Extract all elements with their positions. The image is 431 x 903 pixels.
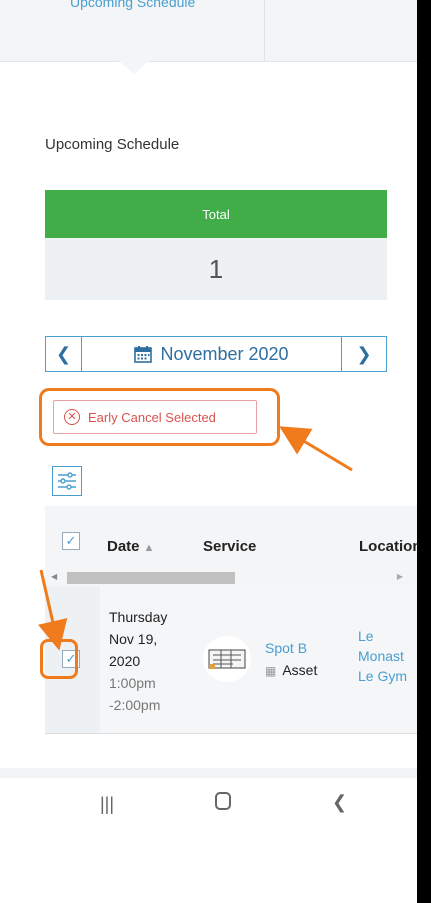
table-header: ✓ Date ▲ Service Location bbox=[45, 506, 417, 570]
service-name-link[interactable]: Spot B bbox=[265, 640, 307, 656]
total-label: Total bbox=[45, 190, 387, 238]
top-tab-bar: Upcoming Schedule bbox=[0, 0, 417, 62]
schedule-table: ✓ Date ▲ Service Location bbox=[45, 506, 417, 570]
calendar-icon bbox=[134, 346, 153, 363]
sort-ascending-icon: ▲ bbox=[143, 542, 155, 554]
active-tab-caret bbox=[118, 60, 150, 74]
early-cancel-label: Early Cancel Selected bbox=[88, 409, 216, 425]
scroll-right-icon[interactable]: ▶ bbox=[397, 572, 403, 581]
total-summary-card: Total 1 bbox=[45, 190, 387, 300]
screen-edge bbox=[417, 0, 431, 903]
tab-upcoming-schedule-label: Upcoming Schedule bbox=[70, 0, 196, 10]
location-link[interactable]: Le Monast Le Gym bbox=[358, 626, 407, 686]
app-screen: Upcoming Schedule Upcoming Schedule Tota… bbox=[0, 0, 417, 903]
android-nav-bar: ||| ❮ bbox=[0, 778, 417, 903]
service-thumbnail bbox=[203, 636, 251, 682]
chevron-right-icon: ❯ bbox=[356, 343, 372, 364]
chevron-left-icon: ❮ bbox=[55, 343, 72, 364]
column-header-service[interactable]: Service bbox=[203, 538, 256, 555]
month-navigator: ❮ November 2020 ❯ bbox=[45, 336, 387, 372]
table-row[interactable]: ✓ Thursday Nov 19, 2020 1:00pm -2:00pm S… bbox=[45, 586, 417, 734]
table-horizontal-scrollbar[interactable]: ◀ ▶ bbox=[45, 570, 417, 586]
next-month-button[interactable]: ❯ bbox=[341, 337, 386, 371]
prev-month-button[interactable]: ❮ bbox=[46, 337, 82, 371]
column-header-location[interactable]: Location bbox=[359, 538, 417, 555]
home-icon[interactable] bbox=[215, 792, 231, 810]
scroll-left-icon[interactable]: ◀ bbox=[51, 572, 57, 581]
footer-band bbox=[0, 768, 417, 778]
scrollbar-thumb[interactable] bbox=[67, 572, 235, 584]
column-header-date[interactable]: Date ▲ bbox=[107, 538, 154, 555]
select-all-checkbox[interactable]: ✓ bbox=[62, 532, 80, 550]
annotation-arrow-to-cancel bbox=[279, 426, 353, 472]
annotation-highlight-checkbox bbox=[40, 639, 78, 679]
service-type: ▦ Asset bbox=[265, 662, 318, 678]
page-title: Upcoming Schedule bbox=[45, 136, 180, 153]
early-cancel-button[interactable]: ✕ Early Cancel Selected bbox=[53, 400, 257, 434]
date-cell: Thursday Nov 19, 2020 1:00pm -2:00pm bbox=[109, 609, 168, 713]
asset-icon: ▦ bbox=[265, 664, 277, 678]
recent-apps-icon[interactable]: ||| bbox=[100, 794, 114, 815]
close-circle-icon: ✕ bbox=[64, 409, 80, 425]
sliders-icon bbox=[58, 472, 76, 490]
filter-settings-button[interactable] bbox=[52, 466, 82, 496]
total-value: 1 bbox=[45, 238, 387, 300]
month-label: November 2020 bbox=[160, 343, 289, 364]
back-icon[interactable]: ❮ bbox=[332, 792, 347, 813]
tab-upcoming-schedule[interactable]: Upcoming Schedule bbox=[0, 0, 265, 62]
month-picker-button[interactable]: November 2020 bbox=[82, 337, 341, 371]
